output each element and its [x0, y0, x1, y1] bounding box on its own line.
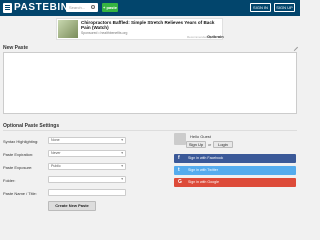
- optional-settings-heading: Optional Paste Settings: [3, 123, 60, 129]
- google-icon: G: [178, 179, 182, 185]
- twitter-icon: t: [178, 167, 180, 173]
- greeting: Hello Guest: [190, 134, 211, 139]
- chevron-down-icon: ▾: [121, 151, 123, 155]
- exposure-label: Paste Exposure:: [3, 165, 33, 170]
- pastebin-logo-icon[interactable]: [3, 3, 12, 13]
- folder-label: Folder:: [3, 178, 16, 183]
- logo-text[interactable]: PASTEBIN: [14, 2, 69, 14]
- paste-editor[interactable]: [3, 52, 297, 114]
- google-label: Sign in with Google: [188, 180, 219, 184]
- or-text: or: [208, 143, 212, 147]
- expiration-label: Paste Expiration:: [3, 152, 34, 157]
- twitter-signin-button[interactable]: t Sign in with Twitter: [174, 166, 296, 175]
- top-header: PASTEBIN Search... + paste SIGN IN SIGN …: [0, 0, 300, 16]
- expiration-select-value: Never: [51, 151, 61, 155]
- signup-button[interactable]: SIGN UP: [274, 3, 295, 12]
- ad-sponsor: Sponsored • healthbenefits.org: [81, 31, 128, 35]
- login-button[interactable]: Login: [213, 141, 233, 148]
- chevron-down-icon: ▾: [121, 138, 123, 142]
- expiration-select[interactable]: Never ▾: [48, 150, 126, 157]
- title-label: Paste Name / Title:: [3, 191, 37, 196]
- chevron-down-icon: ▾: [121, 164, 123, 168]
- syntax-select-value: None: [51, 138, 60, 142]
- syntax-select[interactable]: None ▾: [48, 137, 126, 144]
- folder-select[interactable]: ▾: [48, 176, 126, 183]
- ad-title[interactable]: Chiropractors Baffled: Simple Stretch Re…: [81, 20, 221, 30]
- ad-banner[interactable]: Chiropractors Baffled: Simple Stretch Re…: [56, 18, 224, 40]
- account-signup-button[interactable]: Sign Up: [186, 141, 206, 148]
- chevron-down-icon: ▾: [121, 177, 123, 181]
- twitter-label: Sign in with Twitter: [188, 168, 218, 172]
- facebook-signin-button[interactable]: f Sign in with Facebook: [174, 154, 296, 163]
- create-paste-button[interactable]: Create New Paste: [48, 201, 96, 211]
- ad-thumbnail[interactable]: [58, 20, 78, 38]
- exposure-select-value: Public: [51, 164, 61, 168]
- paste-title-input[interactable]: [48, 189, 126, 196]
- search-icon[interactable]: [91, 5, 95, 9]
- new-paste-heading: New Paste: [3, 45, 29, 51]
- new-paste-button[interactable]: + paste: [102, 3, 118, 12]
- ad-brand[interactable]: Outbrain: [207, 34, 224, 39]
- exposure-select[interactable]: Public ▾: [48, 163, 126, 170]
- facebook-icon: f: [178, 155, 180, 161]
- avatar: [174, 133, 186, 145]
- facebook-label: Sign in with Facebook: [188, 156, 224, 160]
- syntax-label: Syntax Highlighting:: [3, 139, 39, 144]
- signin-button[interactable]: SIGN IN: [250, 3, 271, 12]
- divider: [3, 130, 297, 131]
- google-signin-button[interactable]: G Sign in with Google: [174, 178, 296, 187]
- edit-icon[interactable]: [290, 43, 299, 52]
